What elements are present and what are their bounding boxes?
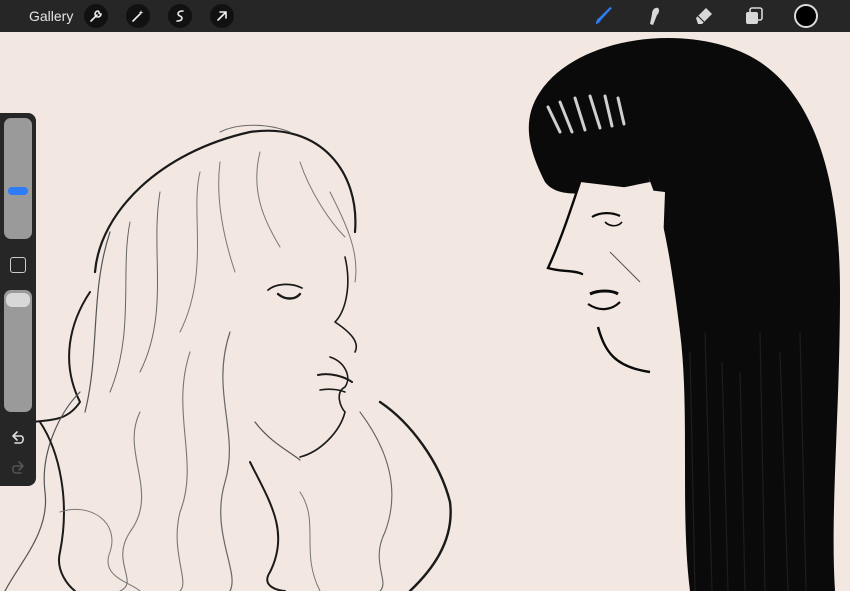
transform-arrow-icon[interactable]	[210, 4, 234, 28]
brush-size-slider[interactable]	[4, 118, 32, 239]
gallery-button[interactable]: Gallery	[29, 8, 73, 24]
opacity-thumb[interactable]	[6, 293, 30, 307]
smudge-icon[interactable]	[642, 4, 666, 28]
wrench-icon[interactable]	[84, 4, 108, 28]
selection-icon[interactable]	[168, 4, 192, 28]
sidebar	[0, 113, 36, 486]
color-swatch[interactable]	[794, 4, 818, 28]
brush-size-thumb[interactable]	[8, 187, 28, 195]
opacity-slider[interactable]	[4, 290, 32, 412]
drawing-canvas[interactable]	[0, 32, 850, 591]
magic-wand-icon[interactable]	[126, 4, 150, 28]
undo-icon[interactable]	[9, 429, 27, 447]
layers-icon[interactable]	[742, 4, 766, 28]
top-toolbar: Gallery	[0, 0, 850, 32]
modify-button[interactable]	[10, 257, 26, 273]
brush-icon[interactable]	[592, 4, 616, 28]
eraser-icon[interactable]	[692, 4, 716, 28]
redo-icon[interactable]	[9, 459, 27, 477]
